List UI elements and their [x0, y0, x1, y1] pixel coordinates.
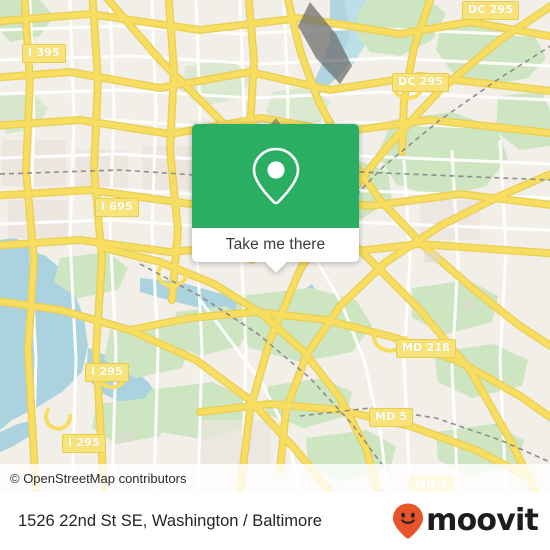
address-label: 1526 22nd St SE, Washington / Baltimore	[18, 511, 322, 530]
take-me-there-label: Take me there	[225, 236, 326, 253]
footer-bar: 1526 22nd St SE, Washington / Baltimore …	[0, 492, 550, 550]
popup-pointer-tail	[264, 262, 287, 273]
road-shield-dc295-north: DC 295	[462, 1, 520, 20]
road-shield-i295-north: I 295	[85, 363, 129, 382]
road-shield-i695: I 695	[95, 198, 139, 217]
map-screenshot: I 395 DC 295 DC 295 I 695 I 295 I 295 MD…	[0, 0, 550, 550]
moovit-pin-smiley-icon	[393, 503, 424, 539]
take-me-there-button[interactable]: Take me there	[192, 228, 359, 262]
destination-popup-card[interactable]: Take me there	[192, 124, 359, 273]
road-shield-dc295-south: DC 295	[392, 73, 450, 92]
popup-icon-area	[192, 124, 359, 228]
location-pin-icon	[252, 147, 299, 205]
road-shield-i295-south: I 295	[62, 434, 106, 453]
moovit-wordmark: moovit	[426, 503, 539, 538]
moovit-logo[interactable]: moovit	[391, 502, 539, 540]
map-attribution-bar: © OpenStreetMap contributors	[0, 464, 550, 492]
road-shield-md5-north: MD 5	[369, 408, 414, 427]
road-shield-i395: I 395	[22, 44, 66, 63]
map-canvas[interactable]: I 395 DC 295 DC 295 I 695 I 295 I 295 MD…	[0, 0, 550, 492]
road-shield-md218: MD 218	[396, 339, 457, 358]
osm-attribution-text[interactable]: © OpenStreetMap contributors	[0, 471, 187, 486]
